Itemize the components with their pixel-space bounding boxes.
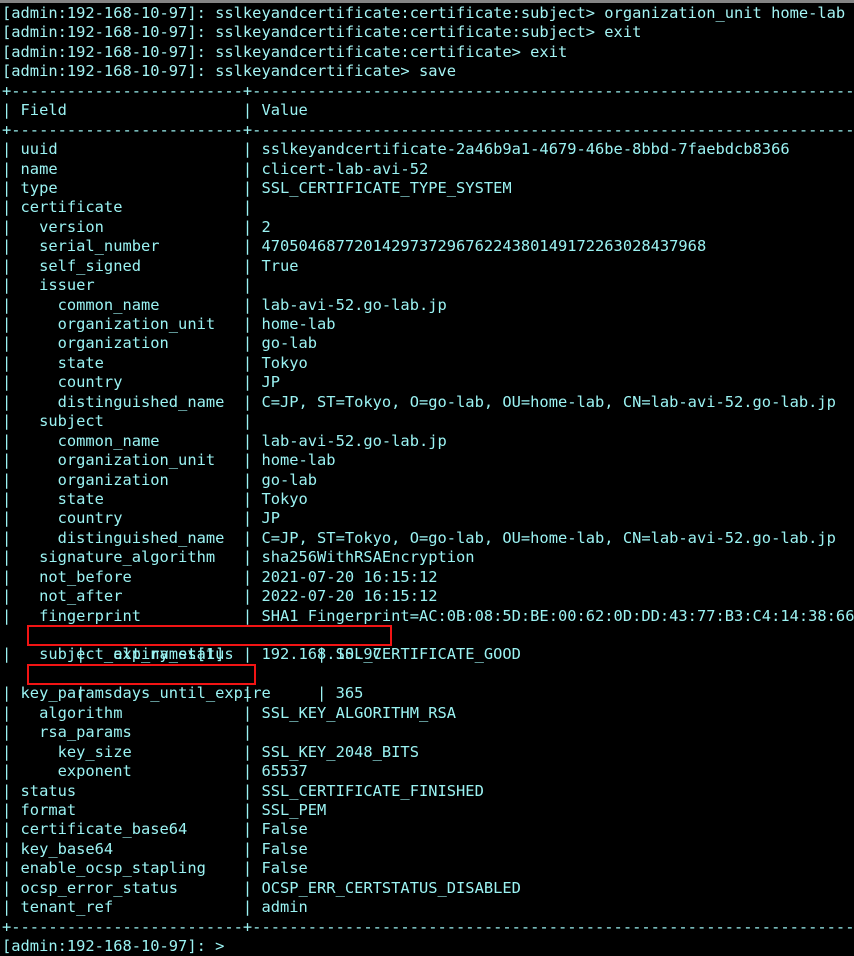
terminal-screen[interactable]: [admin:192-168-10-97]: sslkeyandcertific… — [0, 3, 854, 955]
table-row: | state | Tokyo | — [2, 353, 308, 372]
table-row: | state | Tokyo | — [2, 489, 308, 508]
table-row: | organization | go-lab | — [2, 334, 318, 353]
table-header-row: | Field | Value | — [2, 101, 308, 120]
command-line: [admin:192-168-10-97]: sslkeyandcertific… — [2, 4, 846, 22]
table-row: | certificate | | — [2, 198, 253, 217]
table-row: | key_params | | — [2, 684, 253, 703]
table-row: | algorithm | SSL_KEY_ALGORITHM_RSA | — [2, 703, 457, 722]
command-line: [admin:192-168-10-97]: sslkeyandcertific… — [2, 23, 642, 42]
table-row: | fingerprint | SHA1 Fingerprint=AC:0B:0… — [2, 606, 854, 625]
table-row: | country | JP | — [2, 373, 280, 392]
table-row: | subject_alt_names[1] | 192.168.10.97 | — [2, 645, 382, 664]
command-history: [admin:192-168-10-97]: sslkeyandcertific… — [2, 4, 854, 82]
table-row: | certificate_base64 | False | — [2, 820, 308, 839]
table-row: | ocsp_error_status | OCSP_ERR_CERTSTATU… — [2, 878, 521, 897]
command-line: [admin:192-168-10-97]: sslkeyandcertific… — [2, 62, 457, 81]
table-row-days-until-expire: | days_until_expire | 365 | — [2, 663, 854, 702]
table-row: | self_signed | True | — [2, 256, 299, 275]
table-row: | type | SSL_CERTIFICATE_TYPE_SYSTEM | — [2, 178, 512, 197]
highlight-box-days-until-expire — [27, 663, 256, 685]
table-row: | not_after | 2022-07-20 16:15:12 | — [2, 587, 438, 606]
table-rule-header: +-------------------------+-------------… — [2, 120, 854, 139]
table-rule-top: +-------------------------+-------------… — [2, 81, 854, 100]
table-row: | status | SSL_CERTIFICATE_FINISHED | — [2, 781, 484, 800]
table-row: | rsa_params | | — [2, 723, 253, 742]
table-row: | common_name | lab-avi-52.go-lab.jp | — [2, 295, 447, 314]
table-row: | organization_unit | home-lab | — [2, 451, 336, 470]
table-row: | subject | | — [2, 412, 253, 431]
table-row-expiry-status: | expiry_status | SSL_CERTIFICATE_GOOD | — [2, 625, 854, 663]
table-row: | not_before | 2021-07-20 16:15:12 | — [2, 567, 438, 586]
table-row: | distinguished_name | C=JP, ST=Tokyo, O… — [2, 392, 836, 411]
table-row: | version | 2 | — [2, 217, 271, 236]
terminal-window: [admin:192-168-10-97]: sslkeyandcertific… — [0, 0, 854, 955]
table-row: | tenant_ref | admin | — [2, 898, 308, 917]
table-row: | distinguished_name | C=JP, ST=Tokyo, O… — [2, 528, 836, 547]
table-rule-bottom: +-------------------------+-------------… — [2, 917, 854, 936]
table-row: | exponent | 65537 | — [2, 762, 308, 781]
table-row: | signature_algorithm | sha256WithRSAEnc… — [2, 548, 475, 567]
table-row: | organization_unit | home-lab | — [2, 315, 336, 333]
table-row: | country | JP | — [2, 509, 280, 528]
table-row: | issuer | | — [2, 276, 253, 295]
table-row: | common_name | lab-avi-52.go-lab.jp | — [2, 431, 447, 450]
table-row: | format | SSL_PEM | — [2, 800, 327, 819]
certificate-details-table: +-------------------------+-------------… — [2, 82, 854, 937]
table-row: | key_base64 | False | — [2, 839, 308, 858]
table-row: | key_size | SSL_KEY_2048_BITS | — [2, 742, 419, 761]
table-row: | serial_number | 4705046877201429737296… — [2, 237, 707, 256]
final-prompt[interactable]: [admin:192-168-10-97]: > — [2, 937, 854, 956]
command-line: [admin:192-168-10-97]: sslkeyandcertific… — [2, 42, 568, 61]
table-row: | name | clicert-lab-avi-52 | — [2, 159, 429, 178]
table-row: | uuid | sslkeyandcertificate-2a46b9a1-4… — [2, 140, 790, 159]
highlight-box-expiry-status — [27, 625, 392, 646]
table-row: | organization | go-lab | — [2, 470, 318, 489]
table-row: | enable_ocsp_stapling | False | — [2, 859, 308, 878]
